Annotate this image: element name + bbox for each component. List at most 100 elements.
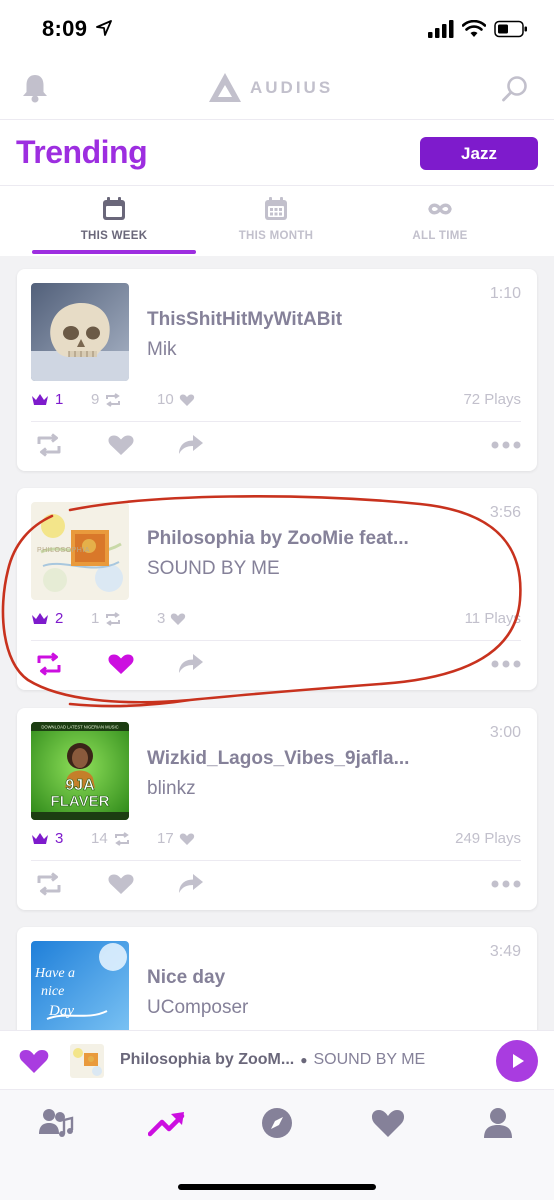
tab-label: THIS MONTH <box>238 230 314 242</box>
artwork-caption: DOWNLOAD LATEST NIGERIAN MUSIC <box>41 725 118 730</box>
rank-badge: 3 <box>31 830 91 847</box>
track-artwork[interactable]: DOWNLOAD LATEST NIGERIAN MUSIC 9JA FLAVE… <box>31 722 129 820</box>
track-title[interactable]: Wizkid_Lagos_Vibes_9jafla... <box>147 748 477 770</box>
share-icon[interactable] <box>177 872 205 896</box>
play-count: 249 Plays <box>455 830 521 847</box>
track-card[interactable]: PHILOSOPHIA 3:56 Philosophia by ZooMie f… <box>17 488 537 690</box>
profile-icon[interactable] <box>482 1106 514 1140</box>
repost-count-value: 14 <box>91 830 108 847</box>
track-artist[interactable]: blinkz <box>147 778 196 800</box>
favorite-count[interactable]: 3 <box>157 610 223 627</box>
trending-header: Trending Jazz <box>0 120 554 186</box>
repost-count-value: 1 <box>91 610 100 627</box>
rank-number: 3 <box>55 830 64 847</box>
tab-label: THIS WEEK <box>80 230 148 242</box>
track-title[interactable]: Philosophia by ZooMie feat... <box>147 528 477 550</box>
tab-all-time[interactable]: ALL TIME <box>355 196 525 242</box>
repost-icon[interactable] <box>35 872 63 896</box>
active-tab-indicator <box>32 250 196 254</box>
favorite-count-value: 3 <box>157 610 166 627</box>
divider <box>31 640 521 641</box>
play-count: 11 Plays <box>464 610 521 627</box>
audius-logo-icon <box>209 73 241 102</box>
tab-this-month[interactable]: THIS MONTH <box>191 196 361 242</box>
heart-small-icon <box>171 613 186 625</box>
infinity-icon <box>428 203 452 215</box>
crown-icon <box>32 393 48 405</box>
track-artist[interactable]: SOUND BY ME <box>147 558 280 580</box>
track-title[interactable]: ThisShitHitMyWitABit <box>147 309 477 331</box>
favorite-icon[interactable] <box>107 652 135 676</box>
heart-small-icon <box>179 394 194 406</box>
share-icon[interactable] <box>177 652 205 676</box>
now-playing-favorite-icon[interactable] <box>18 1047 50 1075</box>
favorite-icon[interactable] <box>107 433 135 457</box>
calendar-week-icon <box>103 197 125 220</box>
track-card[interactable]: 1:10 ThisShitHitMyWitABit Mik 1 9 10 72 … <box>17 269 537 471</box>
track-card[interactable]: Have a nice Day 3:49 Nice day UComposer <box>17 927 537 1030</box>
logo-text: AUDIUS <box>250 78 334 97</box>
divider <box>31 421 521 422</box>
play-icon <box>513 1054 524 1068</box>
rank-number: 2 <box>55 610 64 627</box>
page-title: Trending <box>16 134 148 170</box>
rank-number: 1 <box>55 391 64 408</box>
now-playing-bar[interactable]: Philosophia by ZooM... ● SOUND BY ME <box>0 1030 554 1090</box>
heart-small-icon <box>179 833 194 845</box>
rank-badge: 2 <box>31 610 91 627</box>
share-icon[interactable] <box>177 433 205 457</box>
feed-icon[interactable] <box>38 1106 76 1140</box>
artwork-text-line1: Have a <box>34 966 75 981</box>
heart-icon[interactable] <box>370 1106 406 1140</box>
favorite-count[interactable]: 17 <box>157 830 223 847</box>
track-artwork[interactable]: PHILOSOPHIA <box>31 502 129 600</box>
track-duration: 3:56 <box>489 504 521 521</box>
track-title[interactable]: Nice day <box>147 967 477 989</box>
track-artist[interactable]: Mik <box>147 339 177 361</box>
repost-count[interactable]: 1 <box>91 610 157 627</box>
track-stats: 2 1 3 <box>31 610 223 627</box>
favorite-count-value: 17 <box>157 830 174 847</box>
now-playing-artwork[interactable] <box>70 1044 104 1078</box>
repost-icon[interactable] <box>35 652 63 676</box>
tab-this-week[interactable]: THIS WEEK <box>29 196 199 242</box>
repost-count[interactable]: 14 <box>91 830 157 847</box>
more-options-icon[interactable] <box>491 872 521 896</box>
track-duration: 3:00 <box>489 724 521 741</box>
favorite-icon[interactable] <box>107 872 135 896</box>
track-feed[interactable]: 1:10 ThisShitHitMyWitABit Mik 1 9 10 72 … <box>0 256 554 1030</box>
app-header: AUDIUS <box>0 58 554 120</box>
calendar-month-icon <box>265 197 287 220</box>
track-stats: 1 9 10 <box>31 391 223 408</box>
track-artwork[interactable]: Have a nice Day <box>31 941 129 1030</box>
favorite-count[interactable]: 10 <box>157 391 223 408</box>
track-duration: 1:10 <box>489 285 521 302</box>
notification-bell-icon[interactable] <box>20 72 50 104</box>
play-button[interactable] <box>496 1040 538 1082</box>
track-stats: 3 14 17 <box>31 830 223 847</box>
wifi-icon <box>462 20 486 37</box>
battery-icon <box>494 20 527 38</box>
crown-icon <box>32 612 48 624</box>
repost-count[interactable]: 9 <box>91 391 157 408</box>
compass-icon[interactable] <box>260 1106 294 1140</box>
track-artwork[interactable] <box>31 283 129 381</box>
now-playing-info[interactable]: Philosophia by ZooM... ● SOUND BY ME <box>120 1051 425 1069</box>
repost-icon[interactable] <box>35 433 63 457</box>
trending-icon[interactable] <box>148 1106 186 1140</box>
bottom-nav <box>0 1090 554 1200</box>
rank-badge: 1 <box>31 391 91 408</box>
genre-filter-button[interactable]: Jazz <box>420 137 538 170</box>
search-icon[interactable] <box>500 74 530 104</box>
track-artist[interactable]: UComposer <box>147 997 248 1019</box>
more-options-icon[interactable] <box>491 652 521 676</box>
now-playing-artist: SOUND BY ME <box>313 1051 426 1068</box>
more-options-icon[interactable] <box>491 433 521 457</box>
status-time: 8:09 <box>42 16 88 41</box>
audius-logo: AUDIUS <box>208 72 333 104</box>
crown-icon <box>32 832 48 844</box>
home-indicator <box>178 1184 376 1190</box>
track-card[interactable]: DOWNLOAD LATEST NIGERIAN MUSIC 9JA FLAVE… <box>17 708 537 910</box>
artwork-title-line2: FLAVER <box>51 793 110 810</box>
location-arrow-icon <box>96 20 112 36</box>
